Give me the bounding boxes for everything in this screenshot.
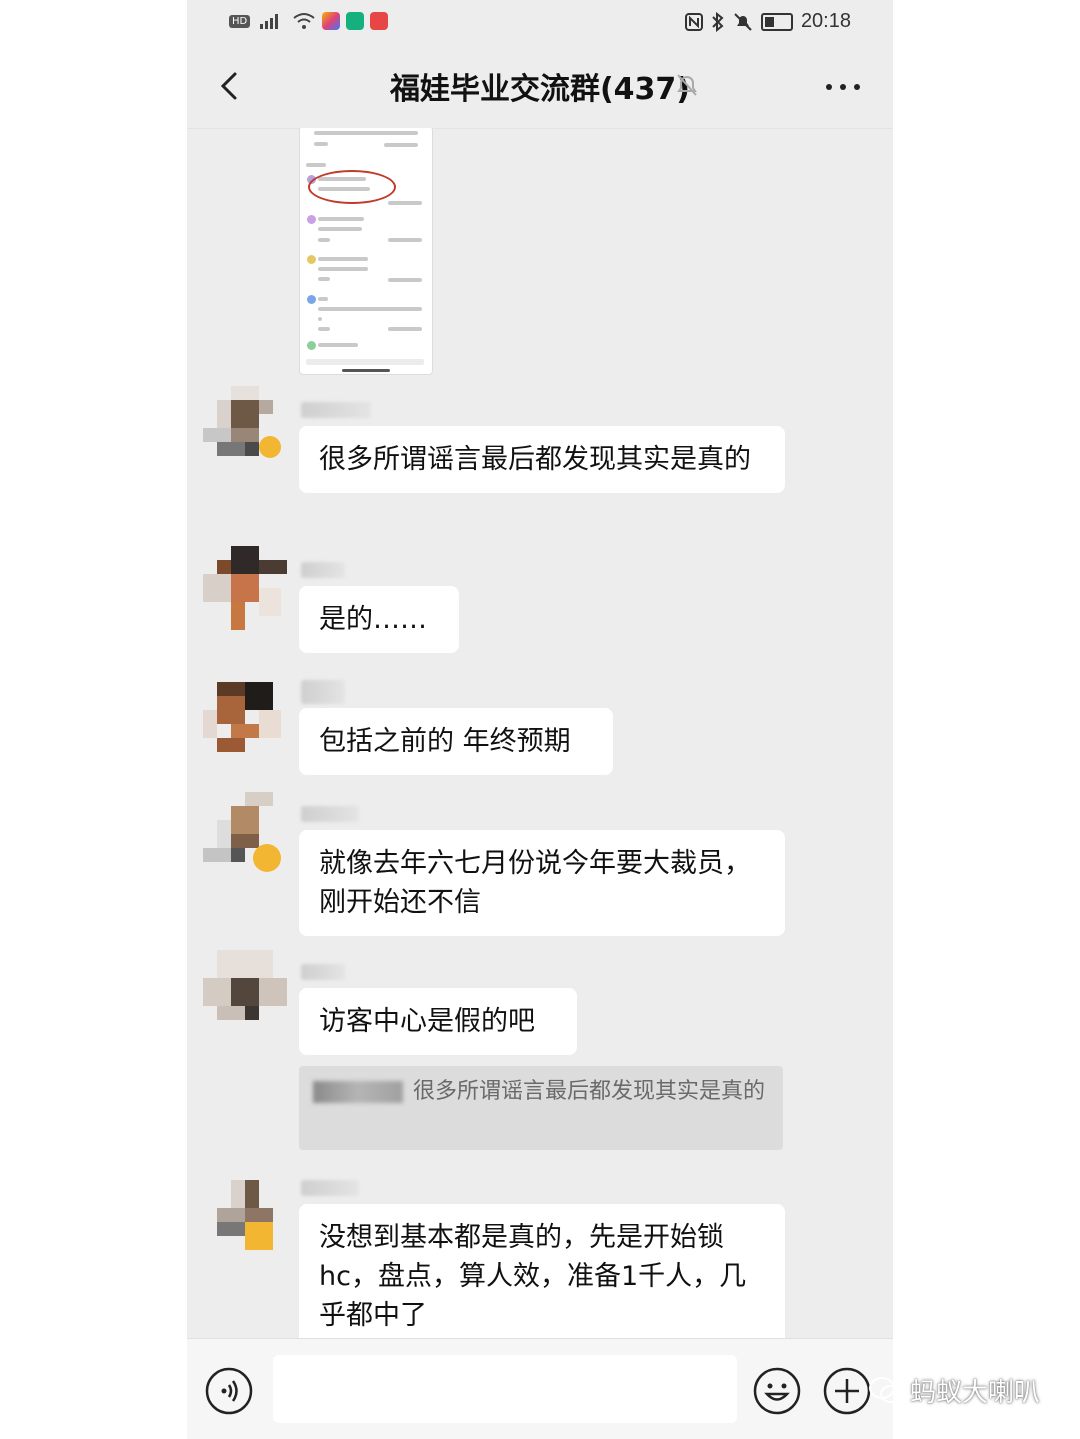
message-bubble[interactable]: 包括之前的 年终预期 <box>299 708 613 775</box>
status-right: 20:18 <box>684 10 851 33</box>
signal-icon <box>260 14 279 29</box>
message-input[interactable] <box>273 1355 737 1423</box>
emoji-icon[interactable] <box>753 1367 801 1415</box>
red-annotation-circle <box>308 170 396 204</box>
hd-badge: HD <box>229 14 251 28</box>
message-list[interactable]: 很多所谓谣言最后都发现其实是真的 是的…… 包括之前的 年终预期 就像去年六七月… <box>187 128 893 1338</box>
sender-name-redacted <box>301 402 371 418</box>
message-bubble[interactable]: 是的…… <box>299 586 459 653</box>
clock: 20:18 <box>800 10 851 32</box>
input-bar <box>187 1338 893 1439</box>
chat-header: 福娃毕业交流群(437) <box>187 44 893 129</box>
message-text: 就像去年六七月份说今年要大裁员，刚开始还不信 <box>319 848 751 918</box>
message-bubble[interactable]: 就像去年六七月份说今年要大裁员，刚开始还不信 <box>299 830 785 936</box>
watermark: 蚂蚁大喇叭 <box>868 1372 1040 1409</box>
wifi-icon <box>293 13 315 29</box>
battery-icon <box>760 12 793 31</box>
voice-icon[interactable] <box>205 1367 253 1415</box>
avatar[interactable] <box>203 792 287 876</box>
nfc-icon <box>684 12 703 31</box>
shared-screenshot-image[interactable] <box>299 128 433 375</box>
phone-screen: HD 20:18 福娃毕业交流群(437) 很多所谓谣言最后都发现其实是真的 是… <box>187 0 893 1439</box>
app-notification-icon <box>346 12 365 30</box>
message-text: 很多所谓谣言最后都发现其实是真的 <box>319 444 751 475</box>
message-text: 没想到基本都是真的，先是开始锁hc，盘点，算人效，准备1千人，几乎都中了 <box>319 1222 747 1331</box>
avatar[interactable] <box>203 546 287 630</box>
wechat-logo-icon <box>869 1376 902 1403</box>
sender-name-redacted <box>301 964 345 980</box>
avatar[interactable] <box>203 1166 287 1250</box>
plus-icon[interactable] <box>823 1367 871 1415</box>
quoted-message[interactable]: 很多所谓谣言最后都发现其实是真的 <box>299 1066 783 1150</box>
avatar[interactable] <box>203 950 287 1034</box>
message-bubble[interactable]: 没想到基本都是真的，先是开始锁hc，盘点，算人效，准备1千人，几乎都中了 <box>299 1204 785 1338</box>
watermark-text: 蚂蚁大喇叭 <box>910 1378 1041 1408</box>
app-notification-icon <box>370 12 389 30</box>
sender-name-redacted <box>301 680 345 704</box>
message-text: 是的…… <box>319 604 427 635</box>
message-bubble[interactable]: 很多所谓谣言最后都发现其实是真的 <box>299 426 785 493</box>
message-text: 访客中心是假的吧 <box>319 1006 535 1037</box>
quoted-text: 很多所谓谣言最后都发现其实是真的 <box>413 1079 766 1104</box>
message-text: 包括之前的 年终预期 <box>319 726 571 757</box>
page-title: 福娃毕业交流群(437) <box>389 72 691 107</box>
app-notification-icon <box>322 12 341 30</box>
sender-name-redacted <box>301 1180 359 1196</box>
sender-name-redacted <box>301 562 345 578</box>
more-dots-icon[interactable] <box>823 72 863 102</box>
message-bubble[interactable]: 访客中心是假的吧 <box>299 988 577 1055</box>
bell-off-icon <box>677 74 697 96</box>
status-bar: HD 20:18 <box>187 0 893 44</box>
avatar[interactable] <box>203 668 287 752</box>
silent-icon <box>734 12 752 31</box>
quoted-sender-redacted <box>313 1081 403 1103</box>
avatar[interactable] <box>203 386 287 470</box>
bluetooth-icon <box>712 11 724 32</box>
status-left: HD <box>229 12 389 30</box>
sender-name-redacted <box>301 806 359 822</box>
